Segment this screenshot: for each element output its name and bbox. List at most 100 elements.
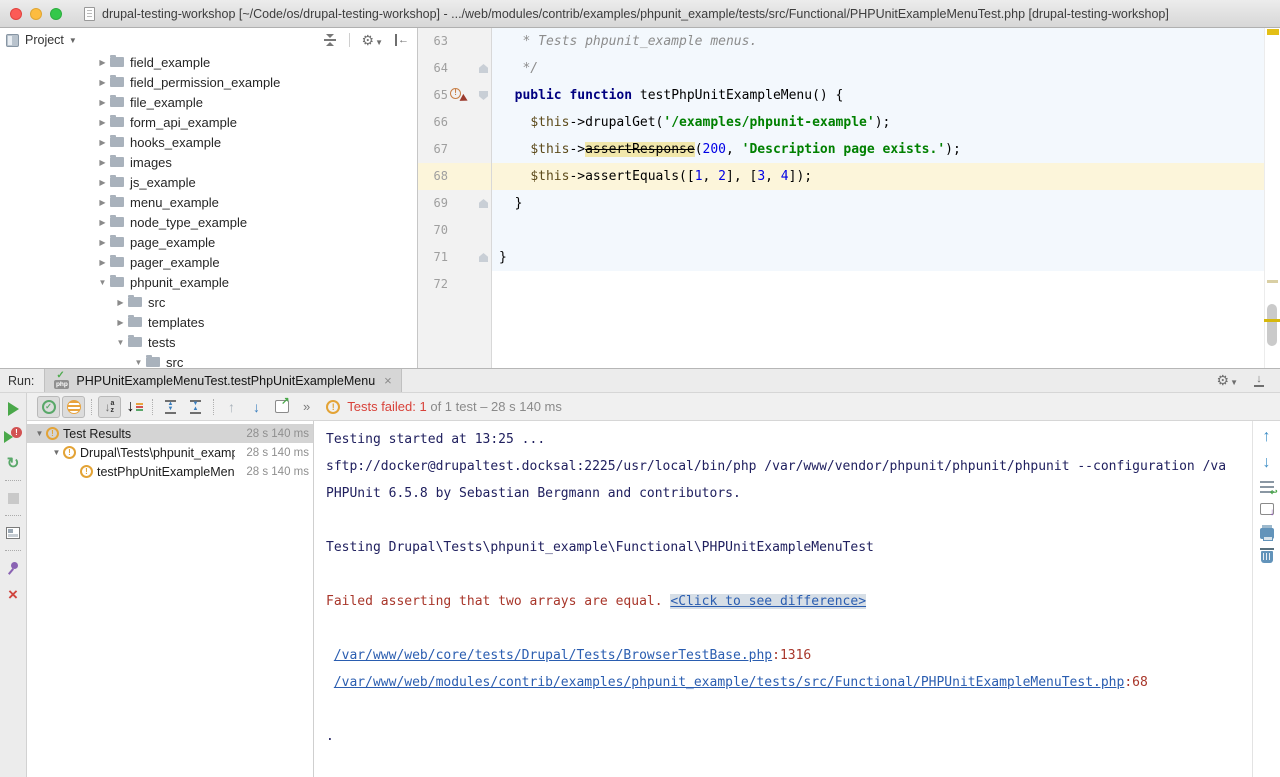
editor-scrollbar-thumb[interactable]	[1267, 304, 1277, 346]
fold-end-marker-icon[interactable]	[479, 253, 488, 262]
code-text[interactable]: }	[492, 190, 1280, 217]
test-tree-row[interactable]: ▼!Drupal\Tests\phpunit_example\Functiona…	[27, 443, 313, 462]
project-tree-item[interactable]: ▶field_permission_example	[0, 72, 417, 92]
project-tree-item[interactable]: ▶js_example	[0, 172, 417, 192]
project-tree-item[interactable]: ▶page_example	[0, 232, 417, 252]
project-tree-item[interactable]: ▶src	[0, 292, 417, 312]
restore-layout-button[interactable]	[3, 523, 23, 543]
code-line[interactable]: 67 $this->assertResponse(200, 'Descripti…	[418, 136, 1280, 163]
chevron-collapsed-icon[interactable]: ▶	[95, 78, 110, 87]
hide-panel-button[interactable]: ←	[395, 34, 409, 46]
project-tree-item[interactable]: ▶templates	[0, 312, 417, 332]
run-config-tab[interactable]: ✓php PHPUnitExampleMenuTest.testPhpUnitE…	[44, 369, 401, 392]
fold-end-marker-icon[interactable]	[479, 199, 488, 208]
settings-gear-button[interactable]: ⚙▼	[362, 33, 383, 48]
rerun-button[interactable]	[3, 399, 23, 419]
code-text[interactable]	[492, 271, 1280, 298]
project-tree-item[interactable]: ▼tests	[0, 332, 417, 352]
down-stack-trace-button[interactable]: ↓	[1263, 455, 1271, 471]
sort-by-duration-toggle[interactable]: ↓	[123, 396, 146, 418]
chevron-down-icon[interactable]: ▼	[69, 36, 77, 45]
close-panel-button[interactable]: ×	[3, 585, 23, 605]
chevron-expanded-icon[interactable]: ▼	[50, 448, 63, 457]
chevron-collapsed-icon[interactable]: ▶	[95, 258, 110, 267]
chevron-expanded-icon[interactable]: ▼	[131, 358, 146, 367]
dock-minimize-button[interactable]: ↓	[1254, 374, 1264, 387]
project-view-selector[interactable]: Project	[25, 33, 64, 47]
code-text[interactable]: $this->drupalGet('/examples/phpunit-exam…	[492, 109, 1280, 136]
code-editor[interactable]: 63 * Tests phpunit_example menus.64 */65…	[418, 28, 1280, 368]
run-settings-gear-button[interactable]: ⚙▼	[1217, 372, 1238, 390]
stop-button[interactable]	[3, 488, 23, 508]
code-text[interactable]: public function testPhpUnitExampleMenu()…	[492, 82, 1280, 109]
expand-all-button[interactable]: ▲▼	[159, 396, 182, 418]
more-actions-chevron[interactable]: »	[303, 399, 310, 414]
chevron-collapsed-icon[interactable]: ▶	[95, 218, 110, 227]
collapse-all-button[interactable]: ▼▲	[184, 396, 207, 418]
tab-close-icon[interactable]: ×	[384, 374, 392, 387]
rerun-failed-tests-button[interactable]: !	[3, 426, 23, 446]
chevron-expanded-icon[interactable]: ▼	[113, 338, 128, 347]
chevron-collapsed-icon[interactable]: ▶	[95, 178, 110, 187]
soft-wrap-toggle[interactable]	[1260, 481, 1274, 493]
code-text[interactable]: $this->assertEquals([1, 2], [3, 4]);	[492, 163, 1280, 190]
window-zoom-button[interactable]	[50, 8, 62, 20]
error-stripe-mark[interactable]	[1267, 29, 1279, 35]
pin-tab-button[interactable]	[3, 558, 23, 578]
chevron-collapsed-icon[interactable]: ▶	[95, 118, 110, 127]
project-tree-item[interactable]: ▶menu_example	[0, 192, 417, 212]
chevron-collapsed-icon[interactable]: ▶	[95, 198, 110, 207]
fold-end-marker-icon[interactable]	[479, 64, 488, 73]
project-tree-item[interactable]: ▶images	[0, 152, 417, 172]
project-tree-item[interactable]: ▶pager_example	[0, 252, 417, 272]
code-text[interactable]: $this->assertResponse(200, 'Description …	[492, 136, 1280, 163]
project-tree-item[interactable]: ▶file_example	[0, 92, 417, 112]
chevron-expanded-icon[interactable]: ▼	[33, 429, 46, 438]
chevron-collapsed-icon[interactable]: ▶	[95, 238, 110, 247]
code-line[interactable]: 68 $this->assertEquals([1, 2], [3, 4]);	[418, 163, 1280, 190]
code-line[interactable]: 63 * Tests phpunit_example menus.	[418, 28, 1280, 55]
chevron-collapsed-icon[interactable]: ▶	[95, 138, 110, 147]
project-tree-item[interactable]: ▶hooks_example	[0, 132, 417, 152]
error-stripe-mark[interactable]	[1267, 280, 1278, 283]
test-tree-row[interactable]: !testPhpUnitExampleMenu28 s 140 ms	[27, 462, 313, 481]
code-text[interactable]: */	[492, 55, 1280, 82]
project-tree-item[interactable]: ▶field_example	[0, 52, 417, 72]
chevron-collapsed-icon[interactable]: ▶	[95, 158, 110, 167]
select-opened-file-button[interactable]	[323, 33, 337, 47]
show-passed-toggle[interactable]: ✓	[37, 396, 60, 418]
console-link[interactable]: <Click to see difference>	[670, 594, 866, 609]
project-tree-item[interactable]: ▶form_api_example	[0, 112, 417, 132]
console-link[interactable]: /var/www/web/core/tests/Drupal/Tests/Bro…	[334, 648, 772, 663]
code-text[interactable]	[492, 217, 1280, 244]
test-tree-row[interactable]: ▼!Test Results28 s 140 ms	[27, 424, 313, 443]
scroll-to-end-button[interactable]	[1260, 503, 1274, 515]
code-line[interactable]: 66 $this->drupalGet('/examples/phpunit-e…	[418, 109, 1280, 136]
toggle-auto-test-button[interactable]: ↻	[3, 453, 23, 473]
up-stack-trace-button[interactable]: ↑	[1263, 429, 1271, 445]
fold-start-marker-icon[interactable]	[479, 91, 488, 100]
project-tree-item[interactable]: ▼phpunit_example	[0, 272, 417, 292]
previous-occurrence-button[interactable]: ↑	[220, 396, 243, 418]
code-text[interactable]: }	[492, 244, 1280, 271]
code-line[interactable]: 71}	[418, 244, 1280, 271]
show-ignored-toggle[interactable]	[62, 396, 85, 418]
code-line[interactable]: 72	[418, 271, 1280, 298]
clear-all-button[interactable]	[1261, 551, 1273, 563]
code-line[interactable]: 64 */	[418, 55, 1280, 82]
code-line[interactable]: 70	[418, 217, 1280, 244]
chevron-collapsed-icon[interactable]: ▶	[113, 318, 128, 327]
code-text[interactable]: * Tests phpunit_example menus.	[492, 28, 1280, 55]
sort-alphabetically-toggle[interactable]: ↓az	[98, 396, 121, 418]
window-close-button[interactable]	[10, 8, 22, 20]
import-test-results-button[interactable]: ↗	[270, 396, 293, 418]
chevron-collapsed-icon[interactable]: ▶	[113, 298, 128, 307]
chevron-expanded-icon[interactable]: ▼	[95, 278, 110, 287]
project-tree-item[interactable]: ▼src	[0, 352, 417, 368]
window-minimize-button[interactable]	[30, 8, 42, 20]
error-stripe-mark[interactable]	[1264, 319, 1280, 322]
code-line[interactable]: 65! public function testPhpUnitExampleMe…	[418, 82, 1280, 109]
failed-test-run-icon[interactable]: !	[450, 88, 468, 104]
code-line[interactable]: 69 }	[418, 190, 1280, 217]
print-button[interactable]	[1260, 528, 1274, 539]
